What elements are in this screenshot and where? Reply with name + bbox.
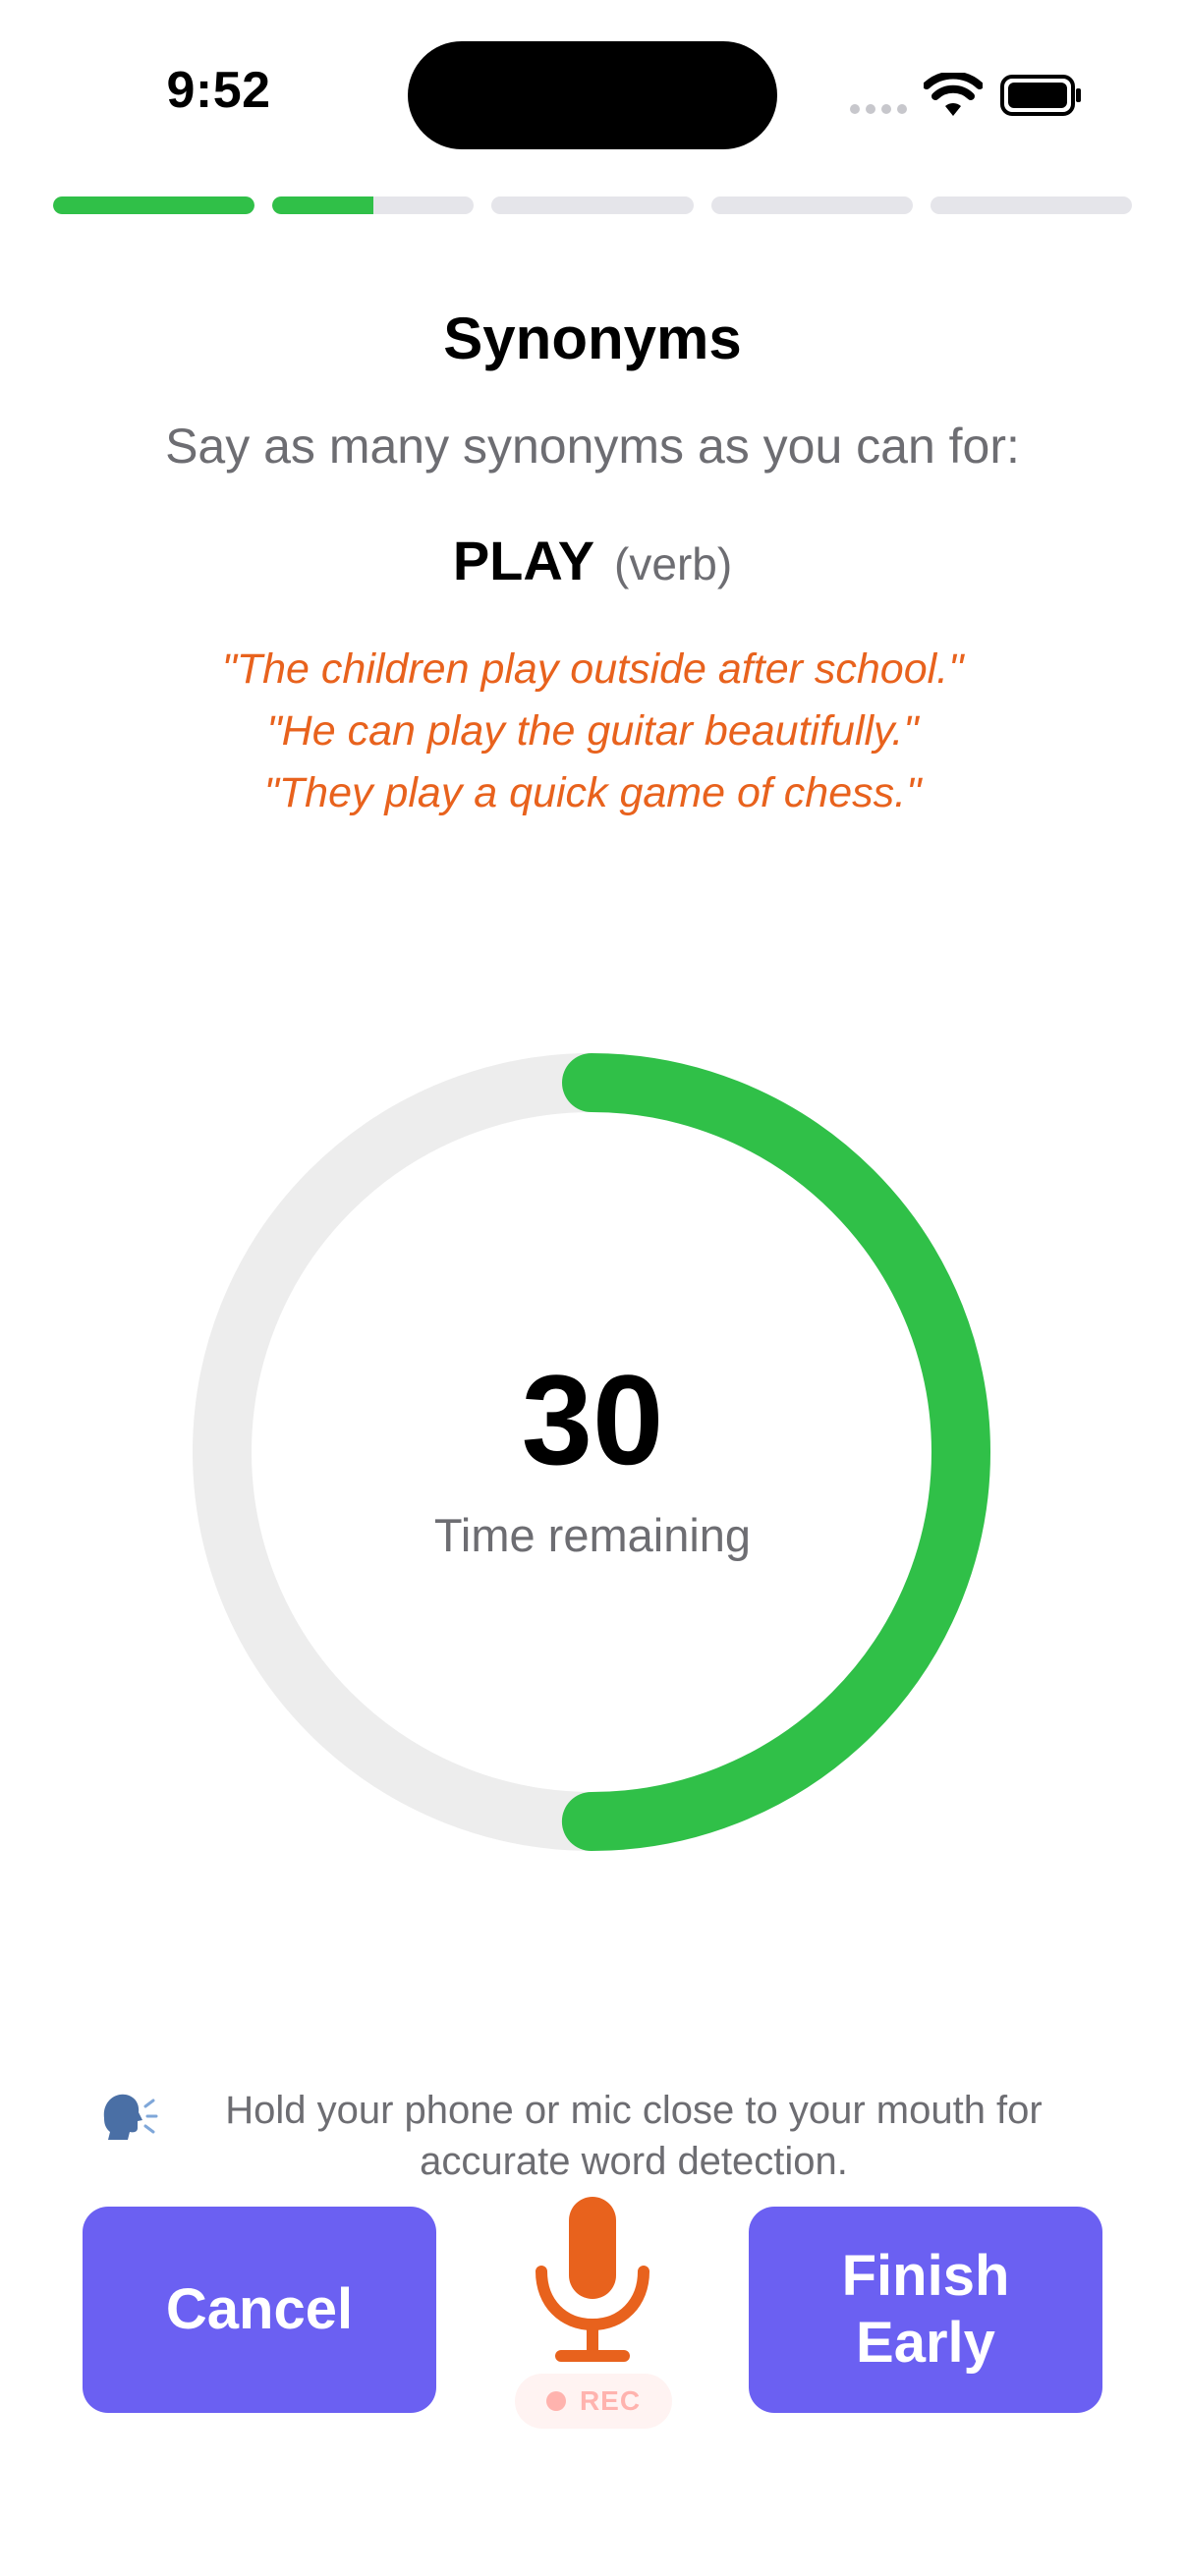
progress-segment (53, 196, 255, 214)
target-word: PLAY (452, 530, 595, 591)
speaking-head-icon (103, 2094, 158, 2140)
example-sentences: "The children play outside after school.… (0, 639, 1185, 824)
recording-badge: REC (515, 2374, 672, 2429)
battery-icon (1000, 75, 1081, 116)
exercise-progress (53, 196, 1133, 216)
progress-segment-fill (53, 196, 255, 214)
timer-value: 30 (521, 1348, 664, 1491)
part-of-speech: (verb) (614, 538, 733, 589)
timer-label: Time remaining (433, 1509, 752, 1561)
cancel-button[interactable]: Cancel (83, 2207, 436, 2413)
progress-segment (491, 196, 694, 214)
target-word-line: PLAY (verb) (0, 529, 1185, 592)
page-title: Synonyms (443, 306, 742, 371)
recording-dot-icon (545, 2391, 566, 2411)
example-sentence: "He can play the guitar beautifully." (266, 707, 919, 755)
instruction-text: Say as many synonyms as you can for: (165, 419, 1020, 474)
progress-segment-fill (272, 196, 373, 214)
progress-segment (930, 196, 1133, 214)
mic-hint-text: Hold your phone or mic close to your mou… (225, 2089, 1043, 2183)
wifi-icon (924, 73, 983, 116)
finish-early-button[interactable]: Finish Early (749, 2207, 1102, 2413)
status-time: 9:52 (166, 62, 271, 119)
recording-label: REC (579, 2385, 642, 2416)
microphone-icon[interactable] (531, 2193, 654, 2368)
example-sentence: "They play a quick game of chess." (263, 769, 922, 816)
progress-segment (710, 196, 913, 214)
dynamic-island (408, 41, 777, 149)
cellular-signal-icon (850, 104, 907, 114)
example-sentence: "The children play outside after school.… (221, 645, 964, 693)
progress-segment (272, 196, 475, 214)
